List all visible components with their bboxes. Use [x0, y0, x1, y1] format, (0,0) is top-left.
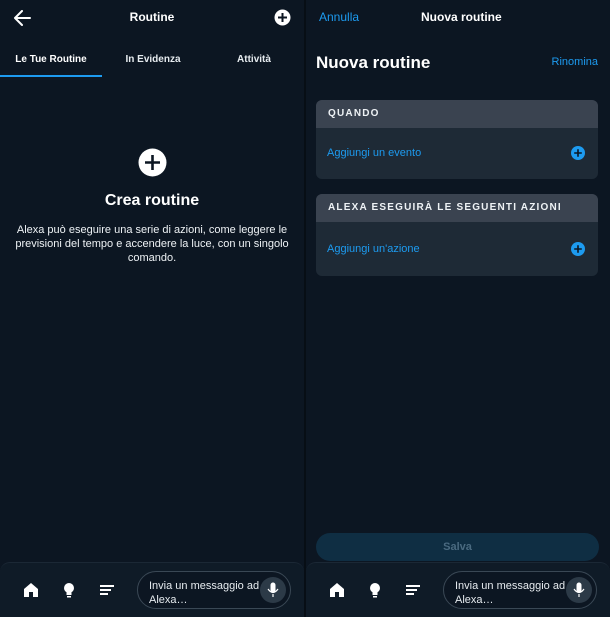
message-input[interactable]: Invia un messaggio ad Alexa…: [443, 571, 597, 609]
message-placeholder: Invia un messaggio ad Alexa…: [455, 580, 566, 606]
header-title: Routine: [129, 10, 175, 24]
empty-state-description: Alexa può eseguire una serie di azioni, …: [15, 224, 289, 264]
actions-card-header: ALEXA ESEGUIRÀ LE SEGUENTI AZIONI: [316, 194, 598, 222]
add-event-row[interactable]: Aggiungi un evento: [316, 128, 598, 179]
header-title: Nuova routine: [421, 10, 502, 24]
cancel-button[interactable]: Annulla: [319, 10, 359, 24]
page-title: Nuova routine: [316, 53, 431, 72]
bottom-bar: Invia un messaggio ad Alexa…: [306, 562, 610, 617]
home-icon[interactable]: [22, 581, 40, 599]
add-event-plus-icon[interactable]: [571, 146, 585, 160]
tab-featured[interactable]: In Evidenza: [102, 48, 204, 78]
home-icon[interactable]: [328, 581, 346, 599]
actions-card: ALEXA ESEGUIRÀ LE SEGUENTI AZIONI Aggiun…: [316, 194, 598, 276]
microphone-button[interactable]: [260, 577, 286, 603]
list-icon[interactable]: [404, 581, 422, 599]
when-card: QUANDO Aggiungi un evento: [316, 100, 598, 179]
microphone-icon: [267, 582, 279, 597]
add-routine-plus-icon[interactable]: [274, 9, 291, 26]
bottom-bar: Invia un messaggio ad Alexa…: [0, 562, 304, 617]
microphone-icon: [573, 582, 585, 597]
empty-state-title: Crea routine: [104, 192, 200, 209]
message-placeholder: Invia un messaggio ad Alexa…: [149, 580, 260, 606]
list-icon[interactable]: [98, 581, 116, 599]
microphone-button[interactable]: [566, 577, 592, 603]
add-action-row[interactable]: Aggiungi un'azione: [316, 222, 598, 276]
add-action-plus-icon[interactable]: [571, 242, 585, 256]
tab-my-routines[interactable]: Le Tue Routine: [0, 48, 102, 78]
when-card-header: QUANDO: [316, 100, 598, 128]
active-tab-indicator: [0, 75, 102, 77]
save-button[interactable]: Salva: [316, 533, 599, 561]
message-input[interactable]: Invia un messaggio ad Alexa…: [137, 571, 291, 609]
tab-bar: Le Tue Routine In Evidenza Attività: [0, 48, 304, 78]
top-header: Routine: [0, 0, 304, 36]
lightbulb-icon[interactable]: [366, 581, 384, 599]
lightbulb-icon[interactable]: [60, 581, 78, 599]
add-event-link[interactable]: Aggiungi un evento: [327, 147, 421, 159]
add-action-link[interactable]: Aggiungi un'azione: [327, 243, 420, 255]
rename-button[interactable]: Rinomina: [552, 56, 598, 68]
tab-activity[interactable]: Attività: [204, 48, 304, 78]
routine-list-screen: Routine Le Tue Routine In Evidenza Attiv…: [0, 0, 304, 617]
create-routine-plus-icon[interactable]: [138, 148, 167, 177]
new-routine-screen: Annulla Nuova routine Nuova routine Rino…: [306, 0, 610, 617]
